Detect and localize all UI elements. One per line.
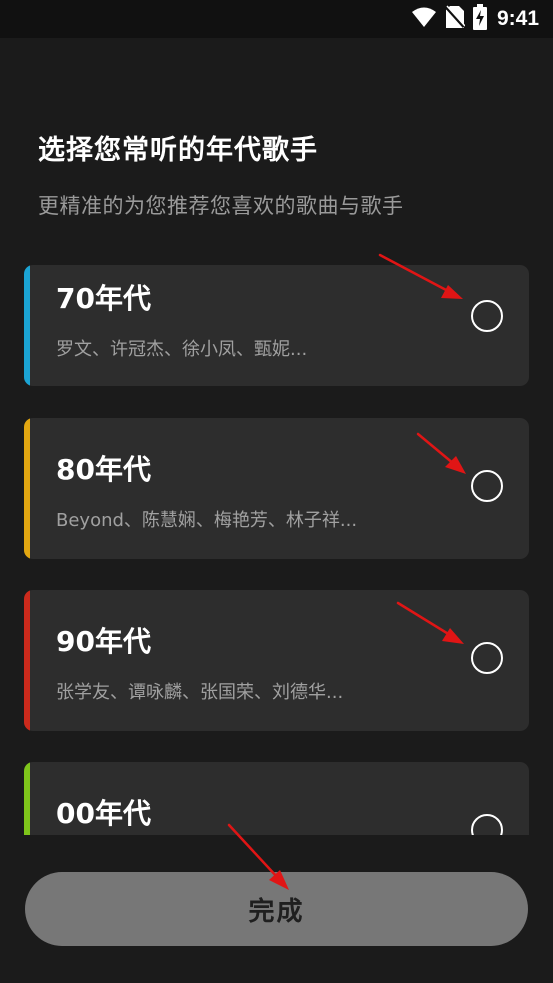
era-name: 70年代 — [56, 282, 151, 315]
wifi-icon — [411, 6, 437, 32]
era-card-80s[interactable]: 80年代 Beyond、陈慧娴、梅艳芳、林子祥... — [24, 418, 529, 559]
page-subtitle: 更精准的为您推荐您喜欢的歌曲与歌手 — [38, 194, 404, 218]
page-title: 选择您常听的年代歌手 — [38, 135, 318, 166]
battery-charging-icon — [472, 4, 487, 34]
era-card-90s[interactable]: 90年代 张学友、谭咏麟、张国荣、刘德华... — [24, 590, 529, 731]
era-accent-bar — [24, 265, 30, 386]
era-accent-bar — [24, 418, 30, 559]
era-artists: 罗文、许冠杰、徐小凤、甄妮... — [56, 339, 308, 360]
era-accent-bar — [24, 762, 30, 835]
era-radio-80s[interactable] — [471, 470, 503, 502]
era-radio-90s[interactable] — [471, 642, 503, 674]
era-artists: 张学友、谭咏麟、张国荣、刘德华... — [56, 682, 344, 703]
era-list[interactable]: 70年代 罗文、许冠杰、徐小凤、甄妮... 80年代 Beyond、陈慧娴、梅艳… — [24, 265, 529, 835]
status-bar: 9:41 — [0, 0, 553, 38]
era-artists: Beyond、陈慧娴、梅艳芳、林子祥... — [56, 510, 358, 531]
era-radio-00s[interactable] — [471, 814, 503, 835]
status-time: 9:41 — [496, 7, 539, 30]
era-name: 90年代 — [56, 625, 151, 658]
done-button-label: 完成 — [248, 896, 305, 927]
era-card-70s[interactable]: 70年代 罗文、许冠杰、徐小凤、甄妮... — [24, 265, 529, 386]
era-name: 80年代 — [56, 453, 151, 486]
era-accent-bar — [24, 590, 30, 731]
era-card-00s[interactable]: 00年代 — [24, 762, 529, 835]
era-name: 00年代 — [56, 797, 151, 830]
done-button[interactable]: 完成 — [25, 872, 528, 946]
no-sim-icon — [444, 5, 466, 33]
status-icons: 9:41 — [411, 4, 539, 34]
era-radio-70s[interactable] — [471, 300, 503, 332]
